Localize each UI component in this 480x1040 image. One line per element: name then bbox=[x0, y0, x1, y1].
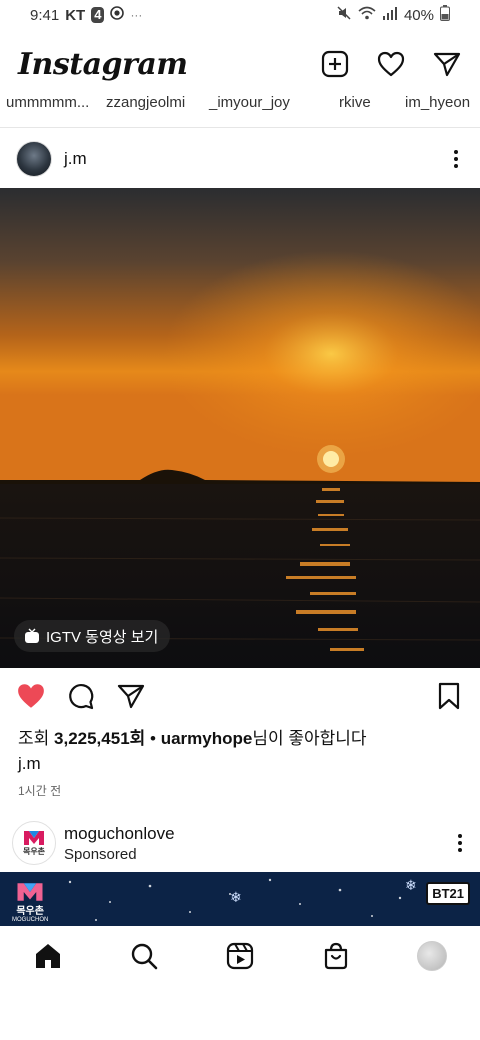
more-dots-icon bbox=[458, 834, 462, 838]
nav-home-button[interactable] bbox=[33, 941, 63, 971]
direct-message-icon bbox=[433, 52, 461, 77]
svg-text:❄: ❄ bbox=[405, 878, 417, 894]
views-count[interactable]: 3,225,451회 bbox=[54, 729, 145, 748]
post-header: j.m bbox=[0, 138, 480, 180]
story-item[interactable]: im_hyeon bbox=[399, 94, 480, 124]
new-post-icon bbox=[321, 50, 349, 78]
sponsor-avatar[interactable]: 목우촌 bbox=[12, 821, 56, 865]
share-icon bbox=[117, 684, 145, 709]
svg-text:❄: ❄ bbox=[230, 890, 242, 906]
moguchon-m-logo-icon bbox=[24, 830, 44, 845]
home-icon bbox=[36, 944, 60, 968]
post-timestamp: 1시간 전 bbox=[18, 784, 62, 798]
bookmark-icon bbox=[438, 682, 460, 710]
views-prefix: 조회 bbox=[18, 729, 55, 748]
reels-icon bbox=[226, 942, 254, 970]
wifi-icon bbox=[358, 5, 376, 25]
like-button[interactable] bbox=[16, 681, 46, 711]
nav-reels-button[interactable] bbox=[225, 941, 255, 971]
liked-suffix: 님이 좋아합니다 bbox=[252, 729, 367, 748]
snowflakes-decoration: ❄ ❄ bbox=[68, 878, 417, 921]
comment-icon bbox=[69, 684, 94, 710]
igtv-icon bbox=[25, 628, 39, 643]
separator: • bbox=[145, 729, 161, 748]
activity-heart-icon bbox=[377, 51, 405, 77]
story-item[interactable]: rkive bbox=[327, 94, 399, 124]
igtv-view-label: IGTV 동영상 보기 bbox=[46, 628, 159, 646]
direct-message-button[interactable] bbox=[432, 49, 462, 79]
post-author-avatar[interactable] bbox=[16, 141, 52, 177]
status-bar: 9:41 KT 4 ··· 40% bbox=[0, 0, 480, 30]
signal-icon bbox=[382, 5, 398, 25]
status-time: 9:41 bbox=[30, 6, 60, 24]
story-item[interactable]: ummmmm... bbox=[0, 94, 100, 124]
instagram-logo[interactable]: Instagram bbox=[18, 47, 188, 82]
carrier-badge: 4 bbox=[91, 7, 105, 23]
sponsor-username[interactable]: moguchonlove bbox=[64, 824, 175, 844]
mute-icon bbox=[336, 5, 352, 25]
view-count-line: 조회 3,225,451회 • uarmyhope님이 좋아합니다 bbox=[18, 724, 367, 749]
sunset-image bbox=[0, 188, 480, 668]
banner-logo-subtext: MOGUCHON bbox=[12, 917, 49, 923]
more-notifications-icon: ··· bbox=[130, 8, 143, 22]
notification-icon bbox=[110, 6, 125, 24]
sponsored-label: Sponsored bbox=[64, 845, 137, 863]
caption-username[interactable]: j.m bbox=[18, 754, 41, 774]
battery-level: 40% bbox=[403, 6, 434, 24]
search-icon bbox=[131, 943, 158, 970]
liked-by-username[interactable]: uarmyhope bbox=[161, 729, 253, 748]
sponsored-post-header: 목우촌 moguchonlove Sponsored bbox=[0, 818, 480, 868]
banner-logo-text: 목우촌 bbox=[16, 906, 44, 917]
post-author-username[interactable]: j.m bbox=[64, 149, 87, 169]
sponsor-avatar-text: 목우촌 bbox=[22, 846, 46, 856]
sponsored-media[interactable]: ❄ ❄ 목우촌 MOGUCHON BT21 bbox=[0, 872, 480, 926]
top-bar: Instagram bbox=[0, 38, 480, 90]
bottom-navigation bbox=[0, 926, 480, 986]
shop-icon bbox=[324, 942, 348, 970]
igtv-view-button[interactable]: IGTV 동영상 보기 bbox=[14, 620, 171, 652]
post-media[interactable]: IGTV 동영상 보기 bbox=[0, 188, 480, 668]
new-post-button[interactable] bbox=[320, 49, 350, 79]
nav-shop-button[interactable] bbox=[321, 941, 351, 971]
nav-profile-avatar[interactable] bbox=[417, 941, 447, 971]
stories-divider bbox=[0, 127, 480, 128]
more-dots-icon bbox=[454, 150, 458, 154]
story-item[interactable]: _imyour_joy bbox=[203, 94, 327, 124]
story-item[interactable]: zzangjeolmi bbox=[100, 94, 203, 124]
save-button[interactable] bbox=[434, 681, 464, 711]
moguchon-m-logo-icon bbox=[17, 883, 43, 901]
activity-button[interactable] bbox=[376, 49, 406, 79]
nav-search-button[interactable] bbox=[129, 941, 159, 971]
comment-button[interactable] bbox=[66, 681, 96, 711]
banner-logo: 목우촌 MOGUCHON bbox=[12, 882, 48, 923]
battery-icon bbox=[440, 5, 450, 25]
stories-tray: ummmmm... zzangjeolmi _imyour_joy rkive … bbox=[0, 94, 480, 124]
status-carrier: KT bbox=[65, 6, 86, 24]
share-button[interactable] bbox=[116, 681, 146, 711]
post-options-button[interactable] bbox=[448, 144, 464, 174]
post-actions bbox=[0, 678, 480, 714]
bt21-badge: BT21 bbox=[426, 882, 470, 905]
heart-filled-icon bbox=[18, 684, 44, 708]
sponsored-options-button[interactable] bbox=[452, 828, 468, 858]
